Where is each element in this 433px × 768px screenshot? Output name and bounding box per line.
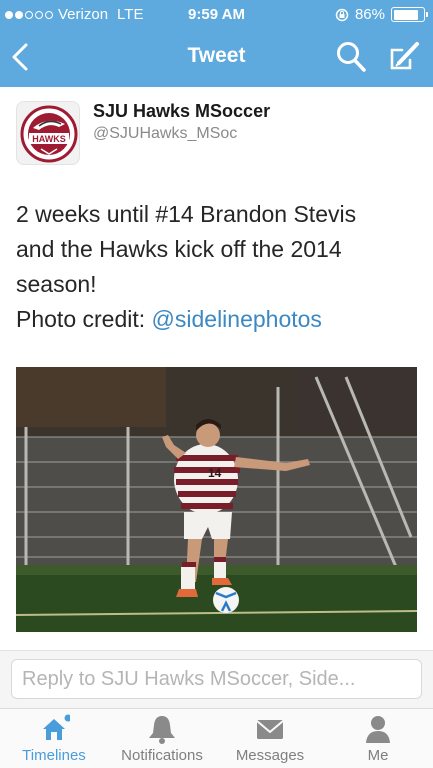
status-right: 86% [335, 6, 428, 23]
home-icon [43, 714, 70, 740]
avatar[interactable]: HAWKS [16, 101, 80, 165]
photo-credit-label: Photo credit: [16, 306, 152, 332]
tab-me[interactable]: Me [328, 709, 428, 768]
battery-fill [393, 9, 419, 20]
compose-icon[interactable] [386, 38, 422, 74]
tab-label: Messages [235, 747, 305, 764]
header-bar: Verizon LTE 9:59 AM 86% Tweet [0, 0, 433, 87]
bell-icon [149, 716, 175, 744]
mention-link[interactable]: @sidelinephotos [152, 306, 322, 332]
jersey-number: 14 [208, 466, 222, 480]
tweet-text-line: season! [16, 271, 97, 297]
tab-timelines[interactable]: Timelines [4, 709, 104, 768]
author-handle[interactable]: @SJUHawks_MSoc [93, 125, 237, 143]
status-bar: Verizon LTE 9:59 AM 86% [0, 0, 433, 30]
soccer-player-photo: 14 [16, 367, 417, 632]
tweet-text: 2 weeks until #14 Brandon Stevis and the… [16, 197, 421, 337]
person-icon [366, 716, 390, 743]
avatar-logo-text: HAWKS [32, 134, 66, 144]
battery-icon [391, 7, 428, 22]
rotation-lock-icon [335, 8, 349, 21]
tab-label: Me [367, 747, 389, 764]
page-title: Tweet [187, 44, 246, 67]
author-display-name[interactable]: SJU Hawks MSoccer [93, 101, 270, 122]
hawks-logo-icon: HAWKS [20, 105, 78, 163]
tweet-author[interactable]: HAWKS SJU Hawks MSoccer @SJUHawks_MSoc [16, 101, 416, 171]
reply-bar: Reply to SJU Hawks MSoccer, Side... [0, 650, 433, 708]
tab-label: Notifications [121, 747, 203, 764]
tweet-photo[interactable]: 14 [16, 367, 417, 632]
tab-messages[interactable]: Messages [220, 709, 320, 768]
battery-percent: 86% [354, 6, 385, 23]
navigation-bar: Tweet [0, 30, 433, 87]
tweet-text-line: 2 weeks until #14 Brandon Stevis [16, 201, 357, 227]
photo-credit-line: Photo credit: @sidelinephotos [16, 302, 421, 337]
envelope-icon [256, 720, 284, 739]
search-icon[interactable] [335, 40, 367, 74]
reply-input[interactable]: Reply to SJU Hawks MSoccer, Side... [11, 659, 422, 699]
tab-bar: Timelines Notifications Messages Me [0, 708, 433, 768]
tab-label: Timelines [22, 747, 86, 764]
tab-notifications[interactable]: Notifications [112, 709, 212, 768]
tweet-text-line: and the Hawks kick off the 2014 [16, 236, 342, 262]
